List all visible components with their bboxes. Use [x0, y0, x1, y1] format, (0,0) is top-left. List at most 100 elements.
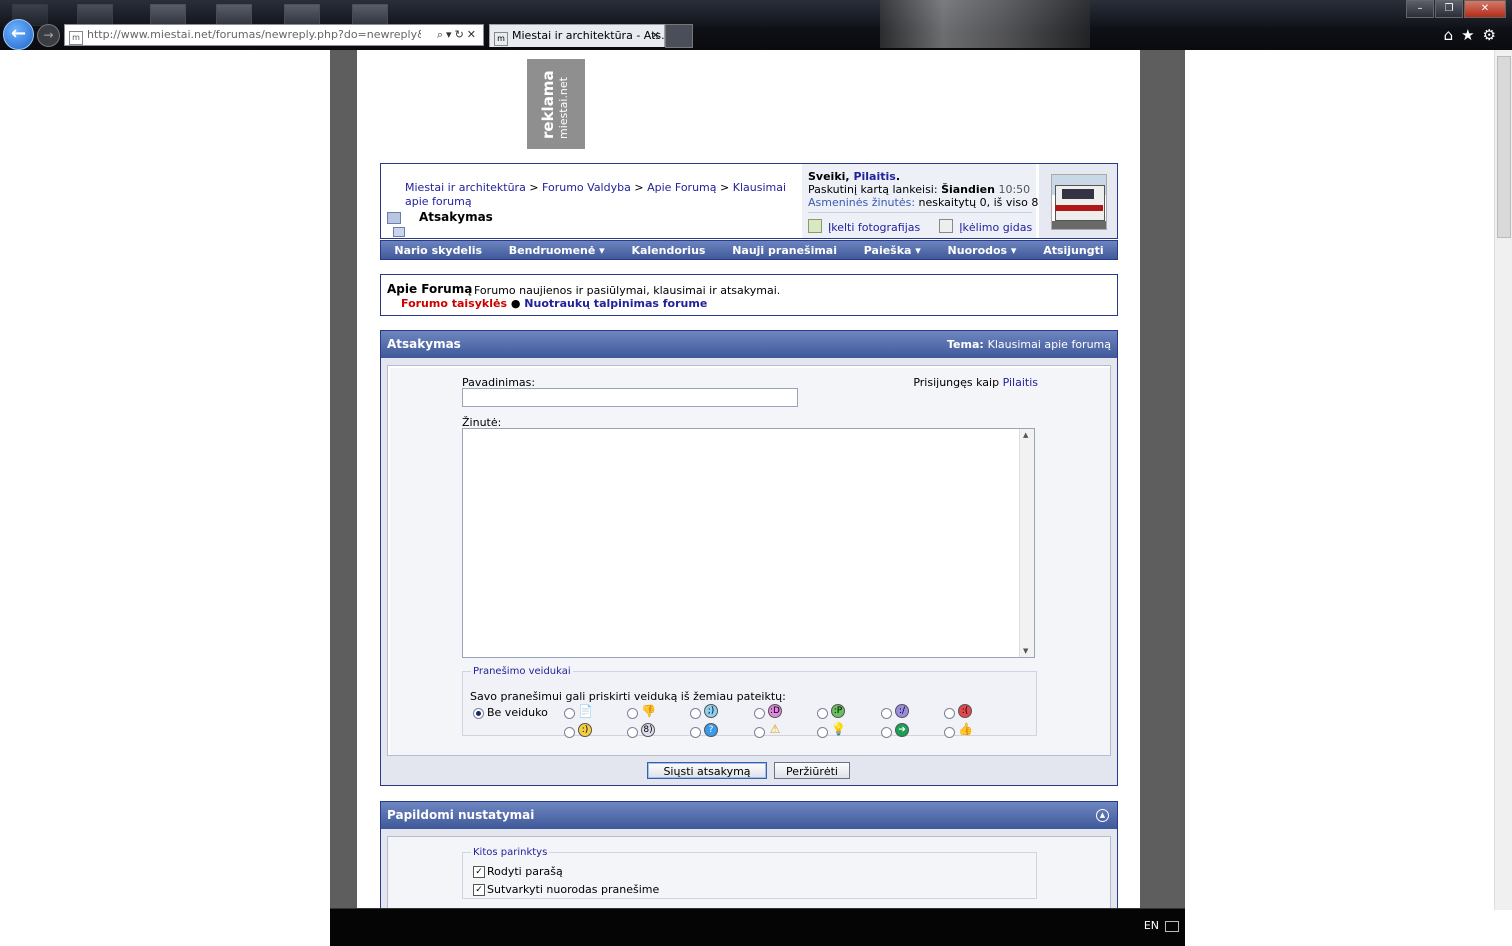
pm-link[interactable]: Asmeninės žinutės:: [808, 196, 915, 209]
home-icon[interactable]: ⌂: [1444, 26, 1462, 44]
upload-photos-link[interactable]: Įkelti fotografijas: [828, 221, 920, 234]
url-text[interactable]: http://www.miestai.net/forumas/newreply.…: [87, 25, 421, 45]
close-tab-icon[interactable]: ✕: [651, 25, 660, 47]
question-icon: ?: [704, 723, 718, 737]
scrollbar-thumb[interactable]: [1497, 56, 1511, 238]
icon-radio[interactable]: [564, 708, 575, 719]
logged-in-user-link[interactable]: Pilaitis: [1003, 376, 1038, 389]
browser-right-icons: ⌂★⚙: [1444, 26, 1504, 44]
ad-banner[interactable]: reklama miestai.net: [527, 59, 585, 149]
browser-chrome: – ❐ ✕ ← → m http://www.miestai.net/foruma…: [0, 0, 1512, 50]
nav-user-cp[interactable]: Nario skydelis: [394, 244, 482, 257]
icon-radio[interactable]: [754, 708, 765, 719]
upload-photo-icon: [808, 219, 822, 233]
icon-radio[interactable]: [881, 708, 892, 719]
icon-radio[interactable]: [690, 727, 701, 738]
photo-guide-link[interactable]: Nuotraukų talpinimas forume: [524, 297, 707, 310]
forum-rules-link[interactable]: Forumo taisyklės: [401, 297, 507, 310]
scroll-up-icon[interactable]: ▲: [1023, 431, 1028, 439]
show-signature-checkbox[interactable]: ✓: [473, 866, 485, 878]
favorites-star-icon[interactable]: ★: [1461, 26, 1482, 44]
dropdown-icon[interactable]: ▾: [446, 28, 455, 41]
breadcrumb-link[interactable]: Apie Forumą: [647, 181, 716, 194]
tab-favicon-icon: m: [494, 32, 508, 46]
arrow-icon: ➜: [895, 723, 909, 737]
scroll-down-icon[interactable]: ▼: [1023, 647, 1028, 655]
thumbs-down-icon: 👎: [641, 704, 656, 718]
nav-new-posts[interactable]: Nauji pranešimai: [732, 244, 837, 257]
taskbar: EN: [330, 908, 1185, 946]
additional-options-header: Papildomi nustatymai: [381, 802, 1117, 829]
icon-radio[interactable]: [627, 708, 638, 719]
gear-icon[interactable]: ⚙: [1483, 26, 1504, 44]
new-tab-button[interactable]: [665, 24, 693, 48]
additional-options-title: Papildomi nustatymai: [387, 808, 535, 822]
last-visit: Paskutinį kartą lankeisi: Šiandien 10:50: [808, 183, 1031, 196]
refresh-icon[interactable]: ↻: [455, 28, 467, 41]
page-title: Atsakymas: [419, 210, 493, 224]
close-window-button[interactable]: ✕: [1464, 0, 1506, 18]
icon-radio[interactable]: [627, 727, 638, 738]
nav-logout[interactable]: Atsijungti: [1043, 244, 1103, 257]
ad-subtext: miestai.net: [557, 77, 570, 139]
search-icon[interactable]: ⌕: [437, 28, 446, 41]
breadcrumb-link[interactable]: Forumo Valdyba: [542, 181, 631, 194]
additional-options-panel: Kitos parinktys ✓ Rodyti parašą ✓ Sutvar…: [387, 836, 1111, 912]
minimize-button[interactable]: –: [1406, 0, 1434, 18]
thumbnail: [284, 4, 320, 26]
folder-up-icon[interactable]: [387, 212, 401, 224]
submit-reply-button[interactable]: Siųsti atsakymą: [647, 762, 767, 779]
reply-form: Atsakymas Tema: Klausimai apie forumą Pa…: [380, 330, 1118, 786]
title-input[interactable]: [462, 388, 798, 407]
collapse-icon[interactable]: ▲: [1096, 809, 1109, 822]
forum-header: Miestai ir architektūra > Forumo Valdyba…: [380, 163, 1118, 239]
nav-calendar[interactable]: Kalendorius: [631, 244, 705, 257]
icon-radio[interactable]: [944, 727, 955, 738]
language-indicator[interactable]: EN: [1144, 919, 1159, 932]
wink-icon: ;): [704, 704, 718, 718]
post-icons-legend: Pranešimo veidukai: [473, 666, 571, 677]
icon-radio[interactable]: [564, 727, 575, 738]
nav-quick-links[interactable]: Nuorodos ▾: [948, 244, 1017, 257]
show-signature-label: Rodyti parašą: [487, 865, 563, 878]
thumbnail: [150, 4, 186, 26]
message-textarea[interactable]: ▲ ▼: [462, 428, 1035, 658]
divider: [808, 212, 1032, 213]
nav-community[interactable]: Bendruomenė ▾: [509, 244, 605, 257]
address-bar[interactable]: m http://www.miestai.net/forumas/newreply…: [64, 24, 484, 46]
thumbnail: [352, 4, 388, 26]
no-icon-radio[interactable]: [473, 708, 484, 719]
reply-header: Atsakymas Tema: Klausimai apie forumą: [381, 331, 1117, 358]
username-link[interactable]: Pilaitis: [853, 170, 895, 183]
icon-radio[interactable]: [690, 708, 701, 719]
main-navbar: Nario skydelis Bendruomenė ▾ Kalendorius…: [380, 240, 1118, 260]
stop-icon[interactable]: ✕: [467, 28, 479, 41]
maximize-button[interactable]: ❐: [1435, 0, 1463, 18]
page-scrollbar[interactable]: [1494, 50, 1512, 910]
welcome-text: Sveiki, Pilaitis.: [808, 170, 900, 183]
textarea-scrollbar[interactable]: ▲ ▼: [1019, 429, 1034, 657]
avatar[interactable]: [1051, 174, 1107, 230]
upload-guide-link[interactable]: Įkėlimo gidas: [959, 221, 1032, 234]
mad-icon: :/: [895, 704, 909, 718]
icon-radio[interactable]: [944, 708, 955, 719]
thumbnail: [77, 4, 113, 26]
forward-button[interactable]: →: [37, 24, 60, 47]
browser-tab[interactable]: m Miestai ir architektūra - Ats... ✕: [489, 24, 665, 47]
nav-search[interactable]: Paieška ▾: [864, 244, 921, 257]
keyboard-icon[interactable]: [1165, 921, 1179, 932]
tab-title: Miestai ir architektūra - Ats...: [512, 29, 665, 42]
icon-radio[interactable]: [817, 727, 828, 738]
thumbnail: [216, 4, 252, 26]
additional-options: Papildomi nustatymai ▲ Kitos parinktys ✓…: [380, 801, 1118, 913]
icon-radio[interactable]: [754, 727, 765, 738]
icon-radio[interactable]: [817, 708, 828, 719]
icon-radio[interactable]: [881, 727, 892, 738]
breadcrumb-link[interactable]: Miestai ir architektūra: [405, 181, 526, 194]
preview-button[interactable]: Peržiūrėti: [774, 762, 850, 779]
background-blur: [880, 0, 1090, 48]
back-button[interactable]: ←: [3, 19, 34, 50]
site-favicon-icon: m: [69, 31, 83, 45]
parse-links-checkbox[interactable]: ✓: [473, 884, 485, 896]
page-left-margin: [330, 50, 357, 910]
